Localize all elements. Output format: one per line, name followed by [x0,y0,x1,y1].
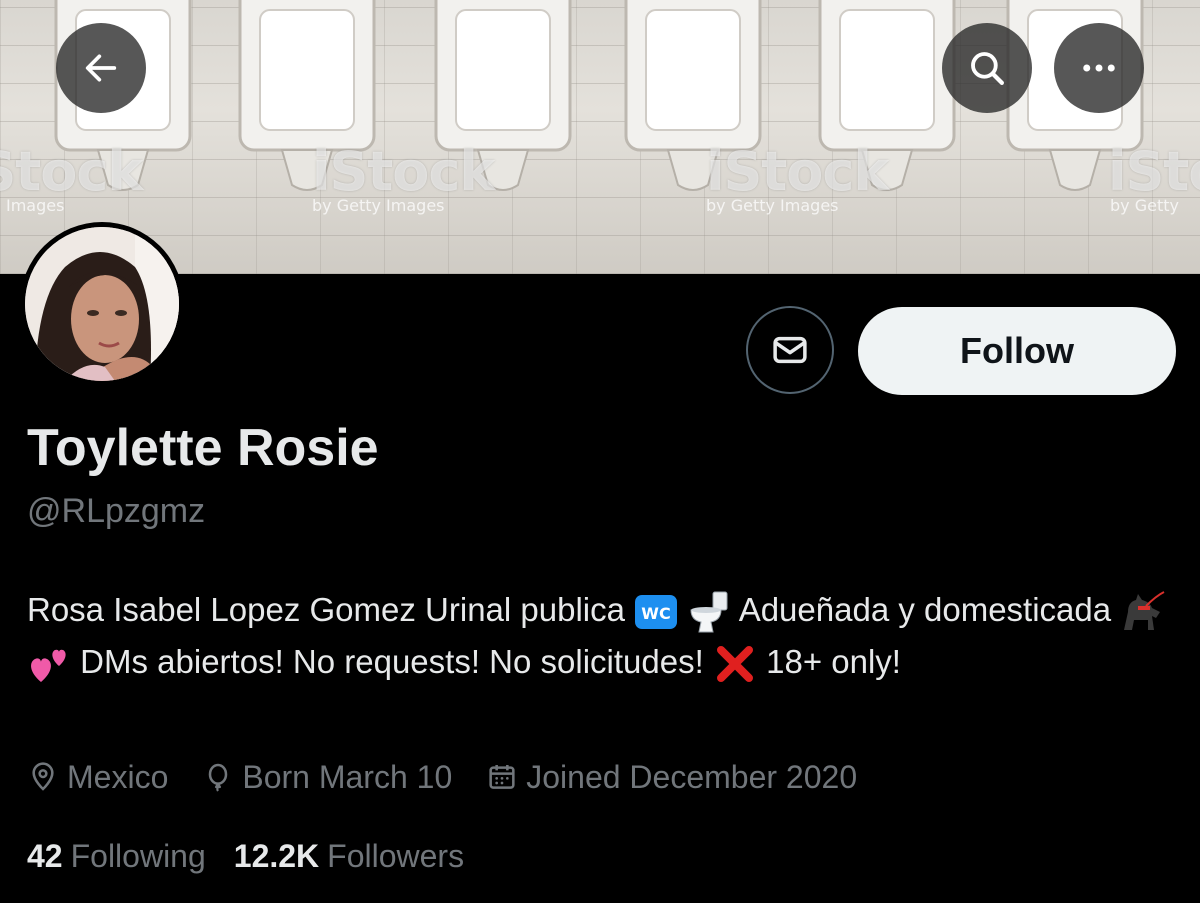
follow-button[interactable]: Follow [858,307,1176,395]
watermark-text: iStock [0,140,143,203]
following-count: 42 [27,838,63,874]
avatar[interactable] [20,222,184,386]
wc-emoji-icon: WC [635,595,678,630]
followers-link[interactable]: 12.2K Followers [234,838,464,875]
more-button[interactable] [1054,23,1144,113]
message-button[interactable] [746,306,834,394]
watermark-text: iStock [312,140,495,203]
following-label: Following [70,838,206,874]
following-link[interactable]: 42 Following [27,838,206,875]
arrow-left-icon [85,54,117,82]
location-pin-icon [32,762,54,791]
toilet-emoji-icon [690,591,728,633]
birthday-item: Born March 10 [202,759,452,796]
joined-text: Joined December 2020 [526,758,858,795]
profile-bio: Rosa Isabel Lopez Gomez Urinal publica W… [27,584,1177,688]
search-button[interactable] [942,23,1032,113]
bio-text: Rosa Isabel Lopez Gomez Urinal publica [27,591,625,628]
followers-label: Followers [327,838,465,874]
bio-text: DMs abiertos! No requests! No solicitude… [80,643,704,680]
watermark-subtext: by Getty [1110,196,1179,215]
watermark-subtext: by Getty Images [706,196,839,215]
watermark-text: iStock [1108,140,1200,203]
follow-stats: 42 Following 12.2K Followers [27,838,492,875]
display-name: Toylette Rosie [27,419,379,477]
user-handle: @RLpzgmz [27,492,206,530]
calendar-icon [489,765,515,789]
joined-item: Joined December 2020 [486,759,857,796]
watermark-subtext: by Getty Images [312,196,445,215]
bio-text: 18+ only! [766,643,901,680]
svg-text:WC: WC [641,604,670,623]
balloon-icon [209,763,228,792]
cross-mark-emoji-icon [716,646,753,683]
two-hearts-emoji-icon [31,650,66,683]
location-item: Mexico [27,759,168,796]
dog-leash-emoji-icon [1124,591,1165,631]
back-button[interactable] [56,23,146,113]
more-horizontal-icon [1083,64,1115,72]
location-text: Mexico [67,758,169,795]
avatar-photo [25,227,179,381]
search-icon [971,52,1004,85]
bio-text: Adueñada y domesticada [738,591,1112,628]
birthday-text: Born March 10 [242,758,453,795]
profile-meta: Mexico Born March 10 Joined December 202… [27,756,891,798]
followers-count: 12.2K [233,838,320,874]
watermark-subtext: Images [6,196,65,215]
watermark-text: iStock [706,140,889,203]
envelope-icon [773,336,807,364]
